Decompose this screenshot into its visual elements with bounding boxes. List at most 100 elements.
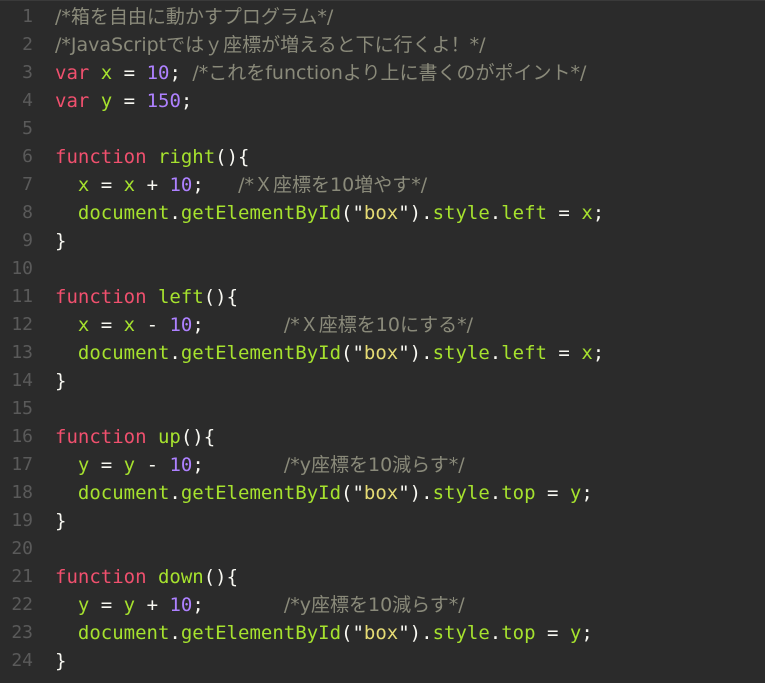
identifier-token: x: [77, 314, 90, 336]
plain-token: .: [169, 482, 181, 504]
line-number: 10: [11, 258, 33, 279]
code-line[interactable]: 4 var y = 150;: [0, 87, 765, 115]
identifier-token: x: [123, 174, 136, 196]
code-line[interactable]: 10: [0, 255, 765, 283]
code-text[interactable]: document.getElementById("box").style.top…: [55, 479, 593, 507]
identifier-token: x: [581, 342, 593, 364]
plain-token: .: [489, 202, 502, 224]
plain-token: .: [489, 622, 502, 644]
identifier-token: x: [100, 62, 113, 84]
code-line[interactable]: 2 /*JavaScriptではｙ座標が増えると下に行くよ！*/: [0, 31, 765, 59]
string-token: box: [363, 622, 399, 644]
code-line[interactable]: 8 document.getElementById("box").style.l…: [0, 199, 765, 227]
code-line[interactable]: 23 document.getElementById("box").style.…: [0, 619, 765, 647]
code-line[interactable]: 7 x = x + 10; /*Ｘ座標を10増やす*/: [0, 171, 765, 199]
line-number: 1: [22, 6, 33, 27]
code-text[interactable]: function right(){: [55, 143, 250, 171]
line-number: 21: [11, 566, 33, 587]
code-text[interactable]: function left(){: [55, 283, 238, 311]
code-text[interactable]: }: [55, 367, 66, 395]
line-number: 18: [11, 482, 33, 503]
number-token: 10: [146, 62, 170, 84]
string-token: box: [363, 342, 399, 364]
identifier-token: document: [77, 622, 170, 644]
comment-token: /*y座標を10減らす*/: [283, 454, 465, 476]
plain-token: (){: [215, 146, 250, 168]
plain-token: ;: [192, 454, 284, 476]
code-text[interactable]: function down(){: [55, 563, 238, 591]
code-line[interactable]: 20: [0, 535, 765, 563]
identifier-token: x: [581, 202, 593, 224]
code-line[interactable]: 21 function down(){: [0, 563, 765, 591]
code-line[interactable]: 17 y = y - 10; /*y座標を10減らす*/: [0, 451, 765, 479]
code-line[interactable]: 14}: [0, 367, 765, 395]
code-line[interactable]: 15: [0, 395, 765, 423]
line-number: 17: [11, 454, 33, 475]
identifier-token: style: [432, 622, 490, 644]
identifier-token: x: [77, 174, 90, 196]
code-text[interactable]: x = x + 10; /*Ｘ座標を10増やす*/: [55, 171, 427, 199]
code-line[interactable]: 9}: [0, 227, 765, 255]
line-number: 22: [11, 594, 33, 615]
code-text[interactable]: document.getElementById("box").style.lef…: [55, 339, 604, 367]
plain-token: +: [135, 174, 170, 196]
line-number: 24: [11, 650, 33, 671]
plain-token: (": [341, 342, 364, 364]
code-text[interactable]: document.getElementById("box").style.top…: [55, 619, 593, 647]
code-line[interactable]: 19}: [0, 507, 765, 535]
code-line[interactable]: 13 document.getElementById("box").style.…: [0, 339, 765, 367]
code-line[interactable]: 22 y = y + 10; /*y座標を10減らす*/: [0, 591, 765, 619]
comment-token: /*Ｘ座標を10にする*/: [283, 314, 474, 336]
plain-token: -: [135, 314, 170, 336]
plain-token: ;: [192, 174, 239, 196]
plain-token: ").: [398, 482, 433, 504]
keyword-token: function: [55, 286, 147, 308]
identifier-token: down: [157, 566, 204, 588]
identifier-token: getElementById: [180, 342, 342, 364]
plain-token: ").: [398, 342, 433, 364]
plain-token: -: [135, 454, 170, 476]
code-line[interactable]: 5: [0, 115, 765, 143]
code-line[interactable]: 6 function right(){: [0, 143, 765, 171]
line-number: 9: [22, 230, 33, 251]
plain-token: =: [535, 622, 570, 644]
code-text[interactable]: /*JavaScriptではｙ座標が増えると下に行くよ！*/: [55, 31, 485, 59]
code-text[interactable]: /*箱を自由に動かすプログラム*/: [55, 3, 333, 31]
code-line[interactable]: 16 function up(){: [0, 423, 765, 451]
comment-token: /*y座標を10減らす*/: [283, 594, 465, 616]
code-line[interactable]: 18 document.getElementById("box").style.…: [0, 479, 765, 507]
identifier-token: style: [432, 342, 490, 364]
code-text[interactable]: y = y + 10; /*y座標を10減らす*/: [55, 591, 465, 619]
plain-token: =: [112, 90, 147, 112]
code-editor[interactable]: 1 /*箱を自由に動かすプログラム*/ 2 /*JavaScriptではｙ座標が増える…: [0, 0, 765, 683]
plain-token: ;: [169, 62, 193, 84]
plain-token: =: [546, 342, 582, 364]
code-text[interactable]: var x = 10; /*これをfunctionより上に書くのがポイント*/: [55, 59, 586, 87]
code-line[interactable]: 11 function left(){: [0, 283, 765, 311]
code-text[interactable]: y = y - 10; /*y座標を10減らす*/: [55, 451, 465, 479]
code-line[interactable]: 1 /*箱を自由に動かすプログラム*/: [0, 3, 765, 31]
line-number: 19: [11, 510, 33, 531]
code-line[interactable]: 3 var x = 10; /*これをfunctionより上に書くのがポイント*/: [0, 59, 765, 87]
code-text[interactable]: }: [55, 507, 66, 535]
plain-token: }: [55, 510, 67, 532]
line-number: 13: [11, 342, 33, 363]
code-text[interactable]: document.getElementById("box").style.lef…: [55, 199, 604, 227]
identifier-token: left: [501, 202, 547, 224]
code-text[interactable]: function up(){: [55, 423, 215, 451]
code-text[interactable]: }: [55, 227, 66, 255]
plain-token: (": [341, 622, 364, 644]
line-number: 23: [11, 622, 33, 643]
comment-token: /*JavaScriptではｙ座標が増えると下に行くよ！*/: [55, 34, 486, 56]
code-text[interactable]: x = x - 10; /*Ｘ座標を10にする*/: [55, 311, 473, 339]
code-line[interactable]: 12 x = x - 10; /*Ｘ座標を10にする*/: [0, 311, 765, 339]
code-text[interactable]: }: [55, 647, 66, 675]
code-line[interactable]: 24}: [0, 647, 765, 675]
identifier-token: x: [123, 314, 136, 336]
code-text[interactable]: var y = 150;: [55, 87, 192, 115]
plain-token: .: [169, 342, 181, 364]
plain-token: =: [89, 314, 124, 336]
